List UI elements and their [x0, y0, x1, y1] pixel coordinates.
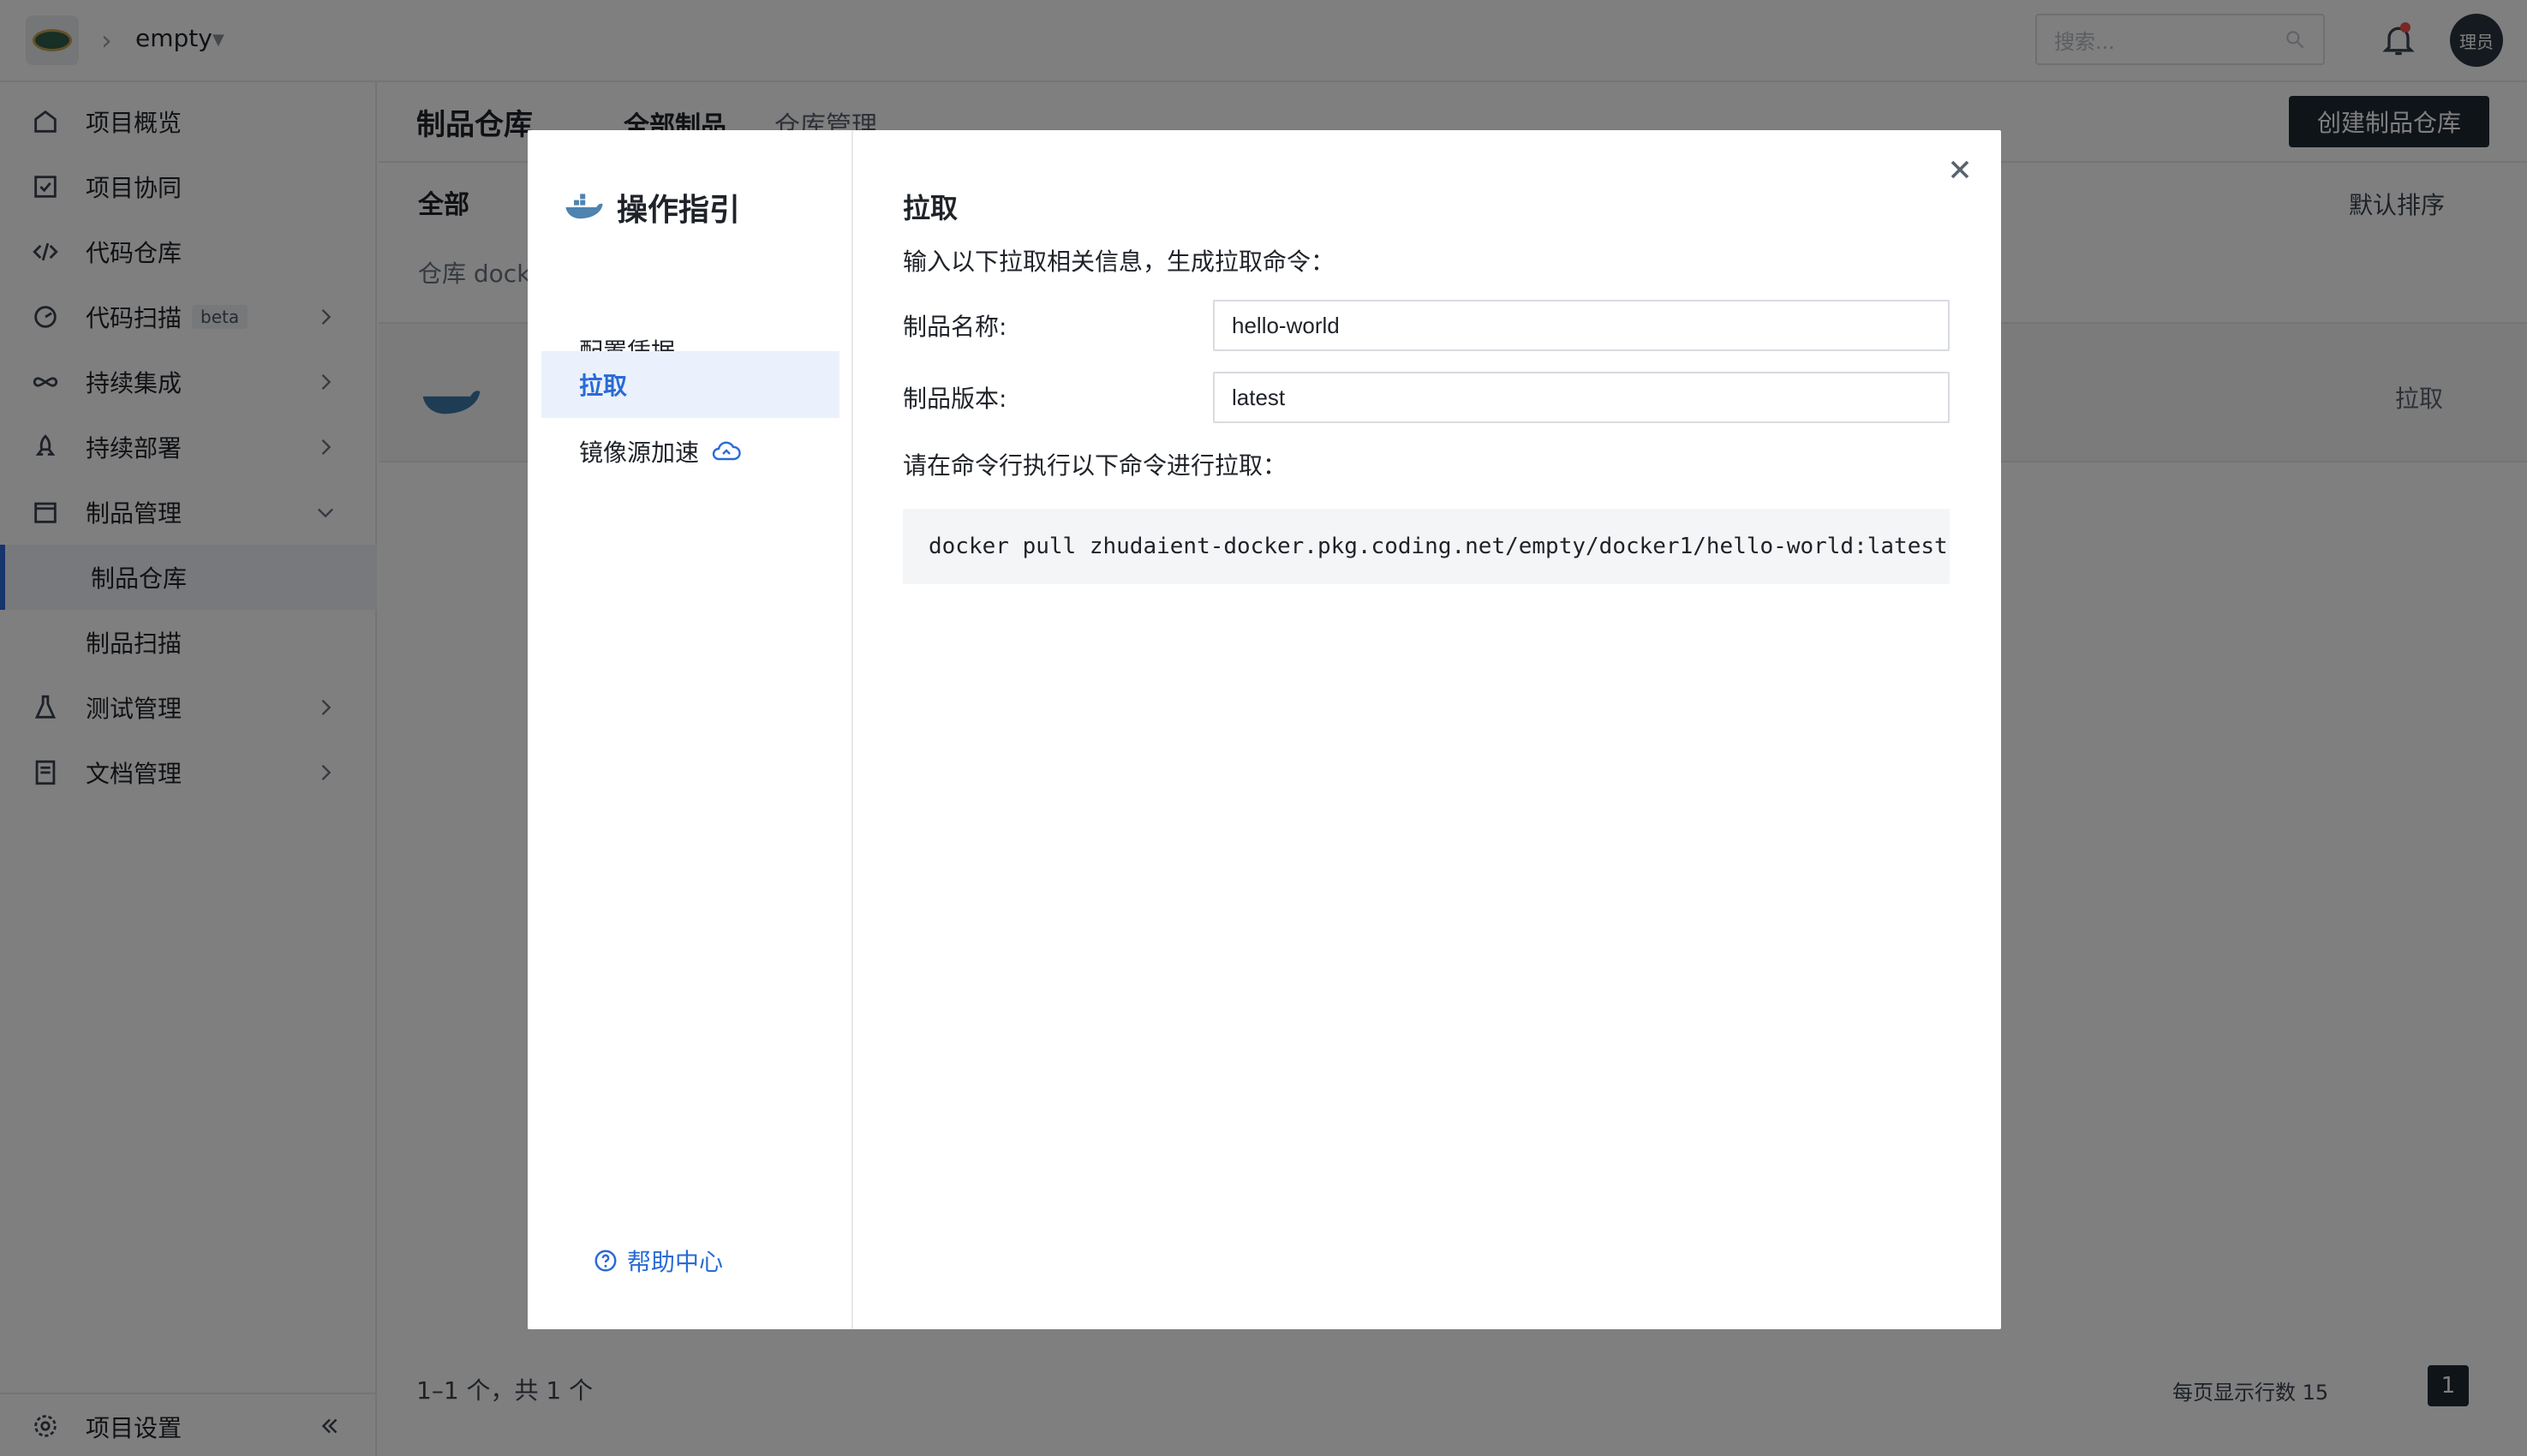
guide-title: 操作指引 — [564, 185, 740, 230]
guide-title-text: 操作指引 — [617, 193, 741, 228]
command-hint: 请在命令行执行以下命令进行拉取： — [903, 451, 1287, 480]
artifact-name-label: 制品名称: — [903, 313, 1007, 341]
operation-guide-modal: 操作指引 配置凭据 拉取 镜像源加速 帮助中心 拉取 输入以下拉取相关信息，生成… — [528, 130, 2001, 1329]
section-description: 输入以下拉取相关信息，生成拉取命令： — [903, 248, 1335, 276]
guide-nav-pull[interactable]: 拉取 — [541, 351, 839, 418]
help-center-link[interactable]: 帮助中心 — [593, 1244, 723, 1278]
docker-icon — [565, 194, 603, 219]
command-box[interactable]: docker pull zhudaient-docker.pkg.coding.… — [903, 509, 1950, 584]
help-center-label: 帮助中心 — [627, 1248, 724, 1276]
guide-sidebar: 操作指引 配置凭据 拉取 镜像源加速 帮助中心 — [528, 130, 853, 1329]
guide-nav-label: 镜像源加速 — [579, 439, 700, 467]
artifact-version-label: 制品版本: — [903, 385, 1007, 413]
guide-nav-mirror[interactable]: 镜像源加速 — [541, 418, 839, 485]
artifact-name-input[interactable] — [1213, 300, 1950, 351]
help-icon — [594, 1250, 617, 1272]
close-icon[interactable] — [1945, 154, 1975, 185]
guide-nav-label: 拉取 — [579, 372, 628, 400]
cloud-icon — [712, 441, 741, 461]
pull-command: docker pull zhudaient-docker.pkg.coding.… — [929, 534, 1948, 559]
artifact-version-input[interactable] — [1213, 372, 1950, 423]
section-title: 拉取 — [903, 192, 959, 224]
